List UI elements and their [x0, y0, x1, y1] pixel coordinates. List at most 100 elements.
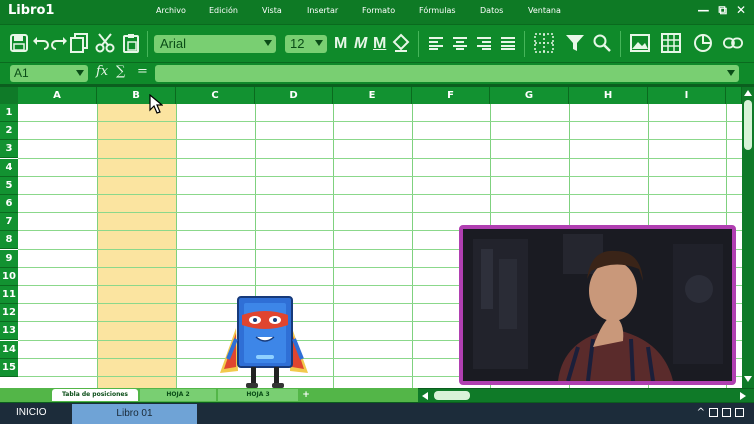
- justify-icon[interactable]: [498, 33, 518, 53]
- row-header-5[interactable]: 5: [0, 176, 18, 195]
- tray-expand-icon[interactable]: ^: [697, 407, 705, 418]
- font-name-value: Arial: [160, 36, 187, 51]
- taskbar-item-libro[interactable]: Libro 01: [72, 404, 197, 424]
- app-title: Libro1: [8, 3, 55, 18]
- save-icon[interactable]: [9, 33, 29, 53]
- row-header-14[interactable]: 14: [0, 340, 18, 359]
- minimize-icon[interactable]: —: [697, 3, 709, 18]
- row-header-4[interactable]: 4: [0, 158, 18, 177]
- undo-icon[interactable]: [31, 33, 51, 53]
- grid-row-line: [18, 194, 742, 195]
- menu-archivo[interactable]: Archivo: [156, 6, 186, 15]
- column-header-i[interactable]: I: [648, 87, 726, 104]
- bold-button[interactable]: M: [334, 35, 347, 53]
- window-controls: — ⧉ ✕: [697, 3, 746, 18]
- menu-formato[interactable]: Formato: [362, 6, 395, 15]
- row-header-15[interactable]: 15: [0, 358, 18, 377]
- chevron-down-icon: [264, 40, 272, 46]
- row-header-8[interactable]: 8: [0, 231, 18, 250]
- row-header-9[interactable]: 9: [0, 249, 18, 268]
- align-left-icon[interactable]: [426, 33, 446, 53]
- image-icon[interactable]: [630, 33, 650, 53]
- row-header-10[interactable]: 10: [0, 267, 18, 286]
- row-header-2[interactable]: 2: [0, 122, 18, 141]
- formula-input[interactable]: [155, 65, 739, 82]
- tab-hoja-3[interactable]: HOJA 3: [218, 389, 298, 401]
- scroll-right-icon[interactable]: [740, 392, 746, 400]
- font-size-select[interactable]: 12: [285, 35, 327, 53]
- font-size-value: 12: [290, 36, 305, 51]
- scroll-left-icon[interactable]: [422, 392, 428, 400]
- search-icon[interactable]: [592, 33, 612, 53]
- menu-datos[interactable]: Datos: [480, 6, 503, 15]
- grid-row-line: [18, 139, 742, 141]
- chart-icon[interactable]: [693, 33, 713, 53]
- chevron-down-icon: [727, 70, 735, 76]
- taskbar: INICIO Libro 01 ^: [0, 403, 754, 424]
- scroll-up-icon[interactable]: [744, 90, 752, 96]
- row-header-12[interactable]: 12: [0, 304, 18, 323]
- menu-edicion[interactable]: Edición: [209, 6, 238, 15]
- title-bar: Libro1 Archivo Edición Vista Insertar Fo…: [0, 0, 754, 24]
- table-icon[interactable]: [661, 33, 681, 53]
- column-header-b[interactable]: B: [97, 87, 176, 104]
- menu-vista[interactable]: Vista: [262, 6, 282, 15]
- column-header-c[interactable]: C: [176, 87, 255, 104]
- font-name-select[interactable]: Arial: [154, 35, 276, 53]
- menu-ventana[interactable]: Ventana: [528, 6, 561, 15]
- menu-insertar[interactable]: Insertar: [307, 6, 338, 15]
- row-header-7[interactable]: 7: [0, 213, 18, 232]
- align-center-icon[interactable]: [450, 33, 470, 53]
- cut-icon[interactable]: [95, 33, 115, 53]
- cell-reference-box[interactable]: A1: [10, 65, 88, 82]
- tab-tabla-de-posiciones[interactable]: Tabla de posiciones: [52, 389, 138, 401]
- column-header-e[interactable]: E: [333, 87, 412, 104]
- column-header-d[interactable]: D: [255, 87, 333, 104]
- horizontal-scrollbar[interactable]: [418, 389, 754, 402]
- row-header-6[interactable]: 6: [0, 195, 18, 213]
- equals-button[interactable]: =: [137, 64, 148, 79]
- scroll-down-icon[interactable]: [744, 376, 752, 382]
- tray-window-icon[interactable]: [735, 408, 744, 417]
- filter-icon[interactable]: [565, 33, 585, 53]
- chevron-down-icon: [76, 70, 84, 76]
- row-header-3[interactable]: 3: [0, 140, 18, 159]
- horizontal-scroll-thumb[interactable]: [434, 391, 470, 400]
- tray-window-icon[interactable]: [722, 408, 731, 417]
- restore-icon[interactable]: ⧉: [718, 3, 727, 18]
- fx-button[interactable]: fx: [96, 64, 108, 79]
- row-header-1[interactable]: 1: [0, 104, 18, 122]
- row-header-11[interactable]: 11: [0, 286, 18, 304]
- add-sheet-button[interactable]: +: [300, 389, 312, 401]
- vertical-scroll-thumb[interactable]: [744, 100, 752, 150]
- fill-icon[interactable]: [391, 33, 411, 53]
- toolbar-separator: [524, 31, 525, 57]
- paste-icon[interactable]: [121, 33, 141, 53]
- column-header-f[interactable]: F: [412, 87, 490, 104]
- link-icon[interactable]: [723, 33, 743, 53]
- row-header-13[interactable]: 13: [0, 322, 18, 341]
- redo-icon[interactable]: [49, 33, 69, 53]
- tray-window-icon[interactable]: [709, 408, 718, 417]
- start-button[interactable]: INICIO: [16, 407, 47, 418]
- copy-icon[interactable]: [69, 33, 89, 53]
- column-header-g[interactable]: G: [490, 87, 569, 104]
- grid-column-line: [97, 104, 98, 388]
- menu-formulas[interactable]: Fórmulas: [419, 6, 456, 15]
- align-right-icon[interactable]: [474, 33, 494, 53]
- select-all-corner[interactable]: [0, 87, 18, 104]
- italic-button[interactable]: M: [354, 35, 367, 53]
- column-header-h[interactable]: H: [569, 87, 648, 104]
- sheet-tabs: Tabla de posiciones HOJA 2 HOJA 3 +: [0, 388, 418, 402]
- close-icon[interactable]: ✕: [736, 3, 746, 18]
- grid-column-line: [176, 104, 177, 388]
- borders-icon[interactable]: [534, 33, 554, 53]
- toolbar-separator: [620, 31, 621, 57]
- vertical-scrollbar[interactable]: [742, 87, 754, 388]
- column-header-a[interactable]: A: [18, 87, 97, 104]
- column-header-partial[interactable]: [726, 87, 742, 104]
- sum-button[interactable]: ∑: [116, 64, 125, 79]
- cell-reference-value: A1: [14, 66, 29, 80]
- tab-hoja-2[interactable]: HOJA 2: [140, 389, 216, 401]
- underline-button[interactable]: M: [373, 35, 386, 53]
